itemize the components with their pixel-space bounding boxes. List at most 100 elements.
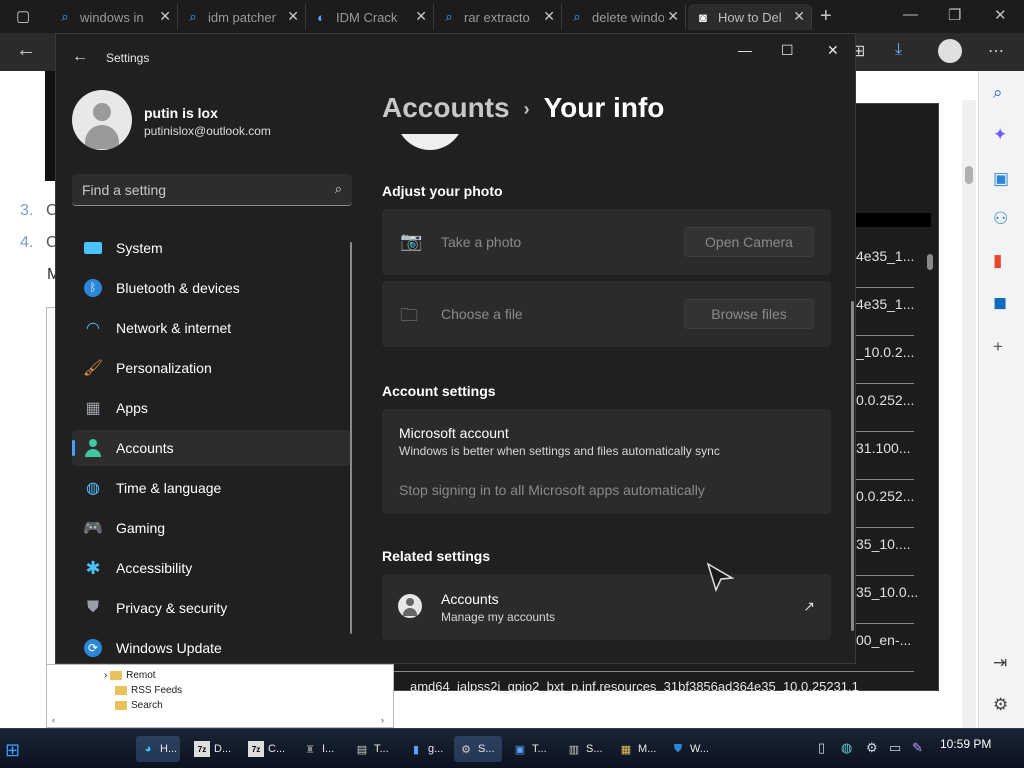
more-menu-icon[interactable]: ⋯ (988, 41, 1004, 61)
file-row[interactable]: 00_en-... (856, 632, 911, 648)
tree-scroll-right-icon[interactable]: › (381, 715, 384, 725)
file-row[interactable]: 4e35_1... (856, 248, 914, 264)
taskbar-item[interactable]: ◕ H... (136, 736, 180, 762)
network-icon[interactable]: ◍ (841, 740, 852, 756)
sidebar-item-system[interactable]: System (72, 230, 350, 266)
close-tab-icon[interactable]: ✕ (543, 8, 555, 25)
section-heading: Adjust your photo (382, 183, 503, 199)
maximize-icon[interactable]: ☐ (781, 42, 794, 59)
pen-icon[interactable]: ✎ (912, 740, 923, 756)
back-arrow-icon[interactable]: ← (72, 48, 88, 66)
new-tab-icon[interactable]: + (820, 5, 832, 28)
tab-idm-patcher[interactable]: ⌕ idm patcher ✕ (178, 4, 306, 30)
tab-actions-icon[interactable]: ▢ (16, 7, 30, 25)
file-row[interactable]: 35_10.... (856, 536, 911, 552)
people-icon[interactable]: ⚇ (993, 209, 1008, 229)
taskbar-item[interactable]: ▤ T... (350, 736, 396, 762)
sidebar-item-privacy[interactable]: ⛊ Privacy & security (72, 590, 350, 626)
taskbar-item[interactable]: ⚙ S... (454, 736, 502, 762)
close-tab-icon[interactable]: ✕ (415, 8, 427, 25)
taskbar-item[interactable]: 7z C... (244, 736, 288, 762)
mouse-cursor-icon (706, 562, 734, 592)
close-tab-icon[interactable]: ✕ (793, 8, 805, 25)
download-icon[interactable]: ⤓ (895, 41, 902, 59)
taskbar-item[interactable]: ▥ S... (562, 736, 608, 762)
taskbar-item[interactable]: 7z D... (190, 736, 234, 762)
tray-app-icon[interactable]: ▯ (818, 740, 825, 756)
copilot-icon[interactable]: ✦ (993, 125, 1007, 145)
sidebar-item-label: Accounts (116, 440, 174, 456)
sidebar-item-gaming[interactable]: 🎮 Gaming (72, 510, 350, 546)
close-tab-icon[interactable]: ✕ (159, 8, 171, 25)
close-tab-icon[interactable]: ✕ (667, 8, 679, 25)
browse-files-button[interactable]: Browse files (684, 299, 814, 329)
open-camera-button[interactable]: Open Camera (684, 227, 814, 257)
sidebar-scrollbar[interactable] (350, 242, 352, 634)
file-row[interactable]: 31.100... (856, 440, 911, 456)
profile-icon[interactable] (938, 39, 962, 63)
minimize-icon[interactable]: — (903, 6, 918, 23)
scrollbar-thumb[interactable] (965, 166, 973, 184)
sidebar-item-apps[interactable]: ▦ Apps (72, 390, 350, 426)
taskbar-label: T... (374, 743, 389, 755)
related-accounts-card[interactable]: Accounts Manage my accounts ↗ (382, 574, 831, 640)
sidebar-item-bluetooth[interactable]: ᛒ Bluetooth & devices (72, 270, 350, 306)
taskbar-item[interactable]: ♜ I... (298, 736, 342, 762)
start-button-icon[interactable]: ⊞ (5, 740, 20, 761)
file-row[interactable]: _10.0.2... (856, 344, 914, 360)
tab-idm-crack[interactable]: ◐ IDM Crack ✕ (306, 4, 434, 30)
tree-item-label: Search (131, 700, 163, 711)
tree-scroll-down-icon[interactable]: ‹ (52, 715, 55, 725)
sidebar-item-windows-update[interactable]: ⟳ Windows Update (72, 630, 350, 666)
taskbar-item[interactable]: ⛊ W... (666, 736, 714, 762)
search-icon: ⌕ (445, 9, 453, 24)
tree-item[interactable]: › Remot (104, 670, 156, 681)
office-icon[interactable]: ▮ (993, 251, 1002, 271)
tab-delete-windows[interactable]: ⌕ delete windo ✕ (562, 4, 686, 30)
clock[interactable]: 10:59 PM (940, 737, 991, 751)
taskbar-item[interactable]: ▣ T... (508, 736, 554, 762)
breadcrumb-parent[interactable]: Accounts (382, 92, 510, 123)
restore-icon[interactable]: ❐ (948, 6, 961, 24)
sidebar-toggle-icon[interactable]: ⇥ (993, 653, 1007, 673)
close-tab-icon[interactable]: ✕ (287, 8, 299, 25)
gear-icon[interactable]: ⚙ (993, 695, 1008, 715)
row-divider (856, 575, 914, 576)
stop-signing-in-link[interactable]: Stop signing in to all Microsoft apps au… (399, 482, 705, 498)
tab-windows[interactable]: ⌕ windows in ✕ (50, 4, 178, 30)
taskbar-label: T... (532, 743, 547, 755)
search-input[interactable]: Find a setting ⌕ (72, 174, 352, 206)
tree-item[interactable]: RSS Feeds (115, 685, 182, 696)
outlook-icon[interactable]: ◼ (993, 293, 1007, 313)
system-icon (82, 237, 104, 259)
sidebar-item-personalization[interactable]: 🖌 Personalization (72, 350, 350, 386)
file-row[interactable]: 4e35_1... (856, 296, 914, 312)
row-divider (856, 383, 914, 384)
file-row[interactable]: 35_10.0... (856, 584, 918, 600)
tab-how-to-delete[interactable]: ◙ How to Del ✕ (688, 4, 812, 30)
content-scrollbar[interactable] (851, 301, 854, 631)
taskbar-item[interactable]: ▮ g... (404, 736, 448, 762)
file-row[interactable]: amd64_ialpss2i_gpio2_bxt_p.inf.resources… (410, 679, 904, 694)
taskbar-item[interactable]: ▦ M... (614, 736, 662, 762)
tab-label: IDM Crack (336, 9, 398, 25)
file-row[interactable]: 0.0.252... (856, 392, 914, 408)
back-arrow-icon[interactable]: ← (16, 39, 36, 62)
sidebar-item-accessibility[interactable]: ✱ Accessibility (72, 550, 350, 586)
tray-settings-icon[interactable]: ⚙ (866, 740, 878, 756)
sidebar-item-accounts[interactable]: Accounts (72, 430, 350, 466)
sidebar-item-network[interactable]: ◠ Network & internet (72, 310, 350, 346)
add-icon[interactable]: + (993, 337, 1003, 357)
close-icon[interactable]: ✕ (827, 42, 839, 59)
tray-display-icon[interactable]: ▭ (889, 740, 901, 756)
sidebar-item-time-language[interactable]: ◍ Time & language (72, 470, 350, 506)
minimize-icon[interactable]: — (738, 42, 752, 58)
tree-item[interactable]: Search (115, 700, 163, 711)
tab-rar-extractor[interactable]: ⌕ rar extracto ✕ (434, 4, 562, 30)
page-scrollbar[interactable] (962, 100, 976, 728)
close-icon[interactable]: ✕ (994, 6, 1007, 24)
explorer-scrollbar[interactable] (927, 254, 933, 270)
file-row[interactable]: 0.0.252... (856, 488, 914, 504)
search-icon[interactable]: ⌕ (993, 83, 1003, 103)
toolbox-icon[interactable]: ▣ (993, 169, 1009, 189)
